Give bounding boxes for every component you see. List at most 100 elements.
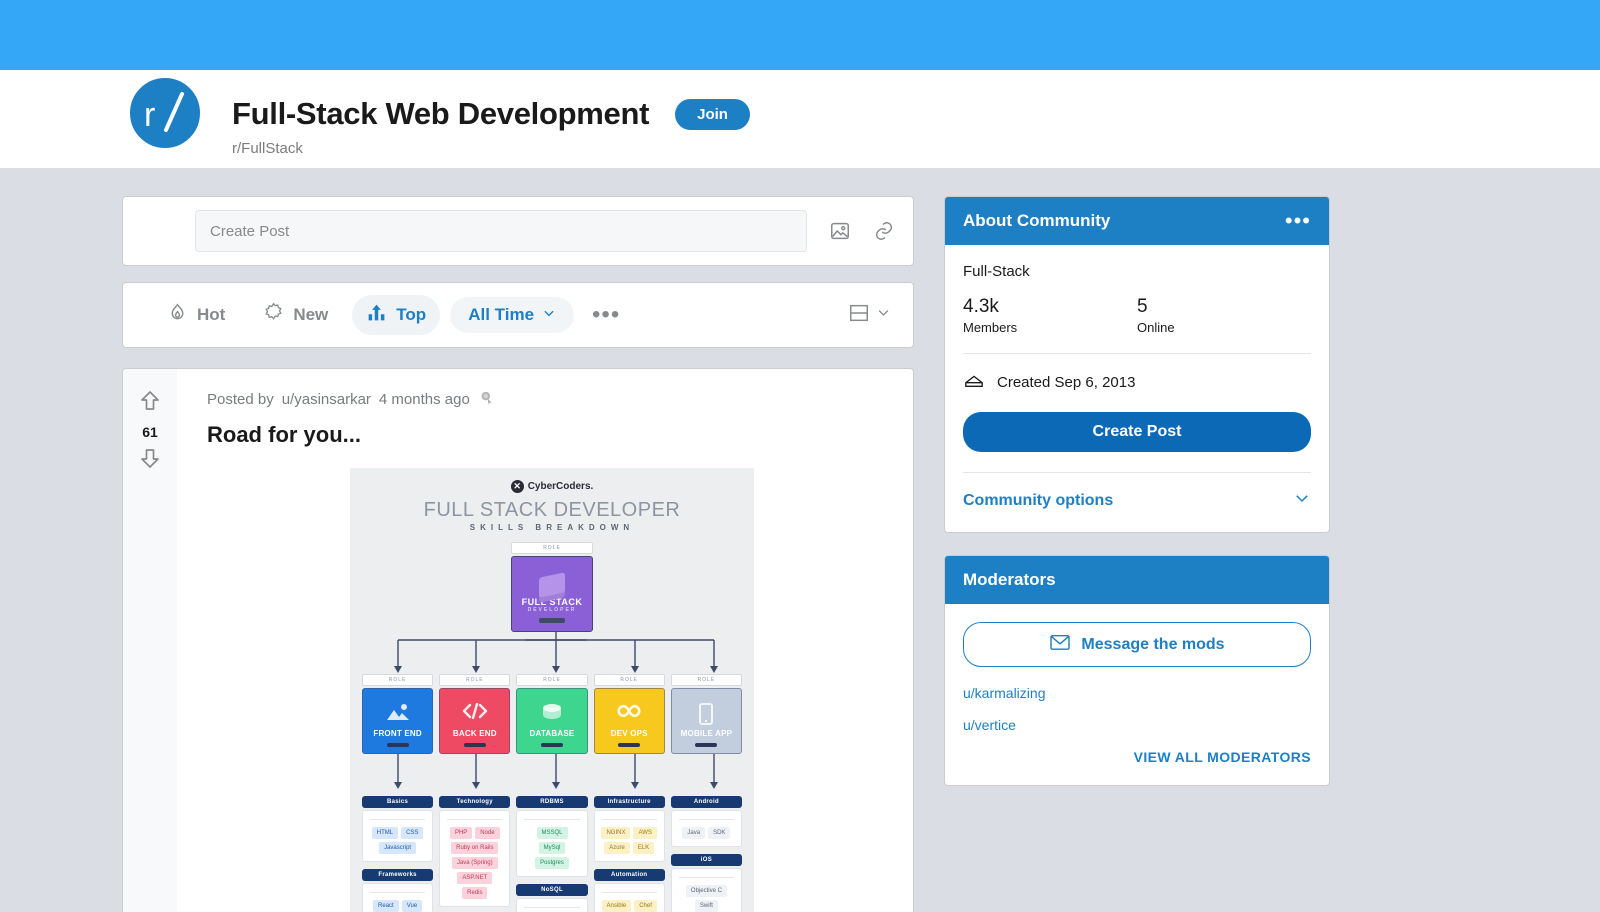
upvote-arrow-icon[interactable] [138, 389, 162, 418]
skill-box-rule [679, 819, 734, 820]
role-bar [695, 743, 717, 747]
chevron-down-icon [1293, 489, 1311, 512]
skill-group-header: Android [671, 796, 742, 808]
role-bar [464, 743, 486, 747]
role-card: FRONT END [362, 688, 433, 754]
role-column: ROLEFRONT END [362, 674, 433, 754]
community-options-row[interactable]: Community options [963, 472, 1311, 512]
skill-group-box: NGINXAWSAzureELK [594, 810, 665, 862]
infographic: ✕ CyberCoders. FULL STACK DEVELOPER SKIL… [350, 468, 754, 912]
moderator-link[interactable]: u/karmalizing [963, 685, 1311, 701]
database-cylinder-icon [541, 703, 563, 726]
skill-chip: Java [682, 827, 705, 839]
skill-column: BasicsHTMLCSSJavascriptFrameworksReactVu… [362, 796, 433, 912]
skill-chip: MySql [539, 842, 566, 854]
skill-box-rule [524, 819, 579, 820]
about-card-header: About Community ••• [945, 197, 1329, 245]
skill-group-box: Objective CSwift [671, 868, 742, 912]
online-value: 5 [1137, 296, 1311, 318]
downvote-arrow-icon[interactable] [138, 446, 162, 475]
post-card[interactable]: 61 Posted by u/yasinsarkar 4 months ago [122, 368, 914, 912]
skill-chips: Objective CSwift [677, 885, 736, 912]
create-post-button[interactable]: Create Post [963, 412, 1311, 452]
moderator-link[interactable]: u/vertice [963, 717, 1311, 733]
view-all-moderators-link[interactable]: VIEW ALL MODERATORS [963, 749, 1311, 765]
sort-item-hot[interactable]: Hot [153, 295, 239, 335]
sort-bar: Hot New Top [122, 282, 914, 348]
role-name: MOBILE APP [681, 729, 732, 738]
page-body: Hot New Top [0, 168, 1600, 912]
skill-box-rule [602, 819, 657, 820]
skill-chips: JavaSDK [677, 827, 736, 839]
skill-chip: Objective C [686, 885, 727, 897]
skill-column: TechnologyPHPNodeRuby on RailsJava (Spri… [439, 796, 510, 912]
post-body: Posted by u/yasinsarkar 4 months ago Roa… [177, 369, 913, 912]
skill-group-box: ReactVueAngular [362, 883, 433, 912]
skill-chip: SDK [708, 827, 730, 839]
skill-group-header: iOS [671, 854, 742, 866]
message-the-mods-button[interactable]: Message the mods [963, 622, 1311, 667]
card-view-icon [848, 302, 870, 329]
code-brackets-icon [462, 703, 488, 724]
connector-top [358, 632, 746, 674]
join-button[interactable]: Join [675, 99, 750, 130]
role-bar [541, 743, 563, 747]
role-card: MOBILE APP [671, 688, 742, 754]
link-icon[interactable] [873, 220, 895, 242]
skill-chip: ELK [633, 842, 654, 854]
skill-chip: NGINX [601, 827, 630, 839]
about-community-card: About Community ••• Full-Stack 4.3k Memb… [944, 196, 1330, 533]
skill-column: InfrastructureNGINXAWSAzureELKAutomation… [594, 796, 665, 912]
main-column: Hot New Top [122, 196, 914, 912]
image-icon[interactable] [829, 220, 851, 242]
post-score: 61 [142, 424, 158, 440]
skill-chip: Redis [462, 887, 487, 899]
sort-item-top[interactable]: Top [352, 295, 440, 335]
role-card: DATABASE [516, 688, 587, 754]
community-handle: r/FullStack [232, 140, 750, 157]
community-header: r Full-Stack Web Development Join r/Full… [0, 70, 1600, 168]
view-toggle[interactable] [848, 302, 891, 329]
skill-column: Android JavaSDK iOS Objective CSwift [671, 796, 742, 912]
role-column: ROLEMOBILE APP [671, 674, 742, 754]
skill-column: RDBMSMSSQLMySqlPostgresNoSQLMongoCassand… [516, 796, 587, 912]
about-card-more-button[interactable]: ••• [1285, 216, 1311, 226]
community-avatar: r [126, 74, 204, 152]
create-post-bar [122, 196, 914, 266]
role-column: ROLEDEV OPS [594, 674, 665, 754]
skills-row: BasicsHTMLCSSJavascriptFrameworksReactVu… [358, 796, 746, 912]
mail-icon [1049, 633, 1071, 656]
roles-row: ROLEFRONT ENDROLEBACK ENDROLEDATABASEROL… [358, 674, 746, 754]
post-author-link[interactable]: u/yasinsarkar [282, 391, 371, 408]
skill-group-box: HTMLCSSJavascript [362, 810, 433, 862]
starburst-icon [263, 302, 284, 328]
create-post-input[interactable] [195, 210, 807, 252]
skill-chip: CSS [401, 827, 423, 839]
skill-box-rule [679, 877, 734, 878]
skill-box-rule [524, 907, 579, 908]
divider [963, 353, 1311, 354]
role-column: ROLEBACK END [439, 674, 510, 754]
post-title[interactable]: Road for you... [207, 422, 897, 448]
sort-item-new[interactable]: New [249, 295, 342, 335]
post-timestamp: 4 months ago [379, 391, 470, 408]
role-tag: ROLE [439, 674, 510, 686]
posted-by-prefix: Posted by [207, 391, 274, 408]
skill-chip: Node [475, 827, 499, 839]
sort-more-button[interactable]: ••• [584, 309, 628, 321]
award-icon[interactable] [478, 389, 495, 410]
infographic-brand-name: CyberCoders. [528, 481, 594, 492]
skill-group-box: JavaSDK [671, 810, 742, 847]
post-image[interactable]: ✕ CyberCoders. FULL STACK DEVELOPER SKIL… [207, 468, 897, 912]
skill-group-header: RDBMS [516, 796, 587, 808]
skill-group-box: MSSQLMySqlPostgres [516, 810, 587, 877]
smartphone-icon [699, 703, 713, 730]
role-bar [387, 743, 409, 747]
role-name: DEV OPS [611, 729, 648, 738]
hero-role-tag: ROLE [511, 542, 593, 554]
connector-bottom [358, 754, 746, 796]
skill-chip: React [373, 900, 399, 912]
time-filter-dropdown[interactable]: All Time [450, 297, 574, 333]
infographic-subheading: SKILLS BREAKDOWN [358, 523, 746, 532]
sort-label-top: Top [396, 305, 426, 325]
